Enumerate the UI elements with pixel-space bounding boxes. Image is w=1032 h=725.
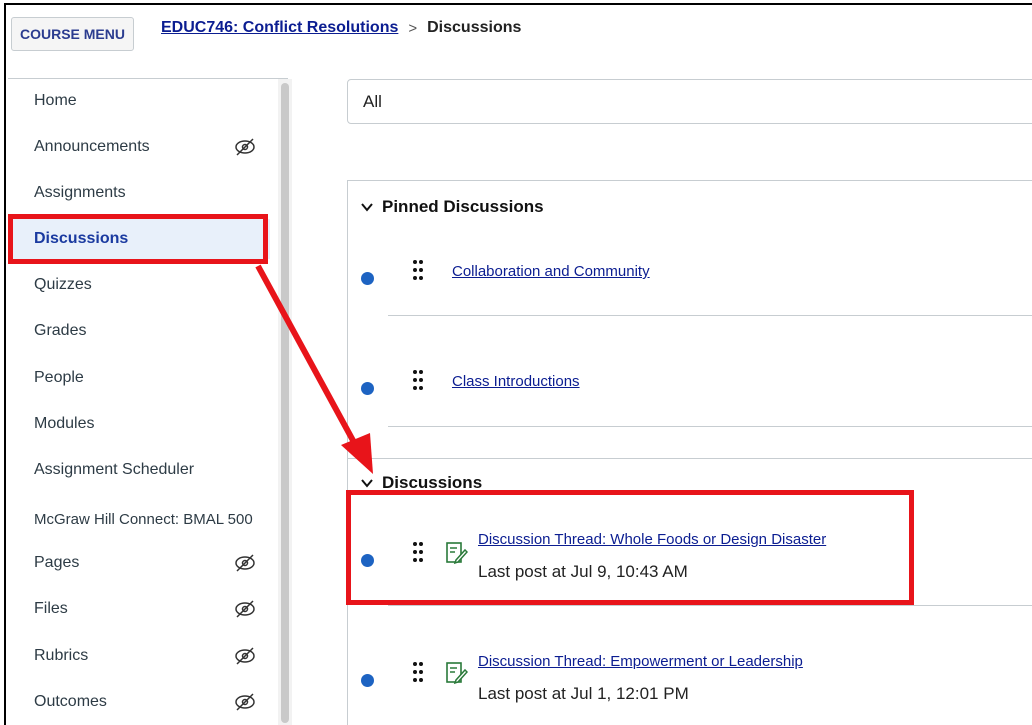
sidebar-item-outcomes[interactable]: Outcomes — [8, 682, 270, 722]
eye-slash-icon — [235, 554, 255, 572]
sidebar-item-label: Files — [34, 600, 68, 617]
course-menu-button[interactable]: COURSE MENU — [11, 17, 134, 51]
breadcrumb: EDUC746: Conflict Resolutions > Discussi… — [161, 19, 521, 37]
filter-value: All — [363, 91, 382, 111]
sidebar-item-label: Assignments — [34, 184, 126, 201]
discussions-panel: Pinned Discussions Collaboration and Com… — [347, 180, 1032, 725]
divider — [348, 458, 1032, 459]
sidebar-item-mcgraw-hill-connect[interactable]: McGraw Hill Connect: BMAL 500 — [8, 499, 270, 541]
sidebar-item-files[interactable]: Files — [8, 589, 270, 629]
breadcrumb-current: Discussions — [427, 19, 522, 36]
sidebar-item-label: McGraw Hill Connect: BMAL 500 — [34, 511, 253, 528]
annotation-highlight-discussions-nav — [8, 214, 268, 264]
divider — [388, 315, 1032, 316]
sidebar-item-label: Pages — [34, 554, 80, 571]
chevron-down-icon — [361, 203, 373, 212]
sidebar-item-label: Modules — [34, 415, 95, 432]
sidebar-item-modules[interactable]: Modules — [8, 404, 270, 444]
eye-slash-icon — [235, 138, 255, 156]
eye-slash-icon — [235, 600, 255, 618]
list-item: Class Introductions — [348, 351, 1032, 421]
sidebar-item-label: Announcements — [34, 138, 150, 155]
unread-dot-icon — [361, 674, 374, 687]
divider — [388, 605, 1032, 606]
annotation-highlight-discussion-thread — [346, 490, 914, 605]
sidebar-item-pages[interactable]: Pages — [8, 543, 270, 583]
breadcrumb-course-link[interactable]: EDUC746: Conflict Resolutions — [161, 19, 398, 37]
sidebar-item-quizzes[interactable]: Quizzes — [8, 265, 270, 305]
sidebar-item-label: Home — [34, 92, 77, 109]
drag-handle-icon[interactable] — [412, 259, 424, 283]
top-bar: COURSE MENU EDUC746: Conflict Resolution… — [6, 5, 1032, 61]
eye-slash-icon — [235, 693, 255, 711]
discussion-title-link[interactable]: Class Introductions — [452, 373, 580, 390]
sidebar-scrollbar[interactable] — [278, 79, 292, 725]
sidebar-item-label: Rubrics — [34, 647, 89, 664]
discussion-title-link[interactable]: Collaboration and Community — [452, 263, 650, 280]
course-nav-sidebar: Home Announcements Assignments Discussio… — [8, 78, 292, 725]
sidebar-item-assignments[interactable]: Assignments — [8, 173, 270, 213]
divider — [388, 426, 1032, 427]
sidebar-item-label: Grades — [34, 322, 87, 339]
sidebar-item-grades[interactable]: Grades — [8, 311, 270, 351]
sidebar-item-people[interactable]: People — [8, 358, 270, 398]
sidebar-scrollbar-thumb[interactable] — [281, 83, 289, 723]
sidebar-item-home[interactable]: Home — [8, 81, 270, 121]
sidebar-item-announcements[interactable]: Announcements — [8, 127, 270, 167]
discussion-title-link[interactable]: Discussion Thread: Empowerment or Leader… — [478, 653, 803, 670]
unread-dot-icon — [361, 382, 374, 395]
breadcrumb-separator: > — [408, 19, 418, 37]
sidebar-item-label: People — [34, 369, 84, 386]
drag-handle-icon[interactable] — [412, 661, 424, 685]
drag-handle-icon[interactable] — [412, 369, 424, 393]
discussion-graded-icon — [446, 662, 468, 685]
chevron-down-icon — [361, 479, 373, 488]
last-post-text: Last post at Jul 1, 12:01 PM — [478, 684, 689, 703]
list-item: Discussion Thread: Empowerment or Leader… — [348, 641, 1032, 721]
sidebar-item-label: Outcomes — [34, 693, 107, 710]
sidebar-item-assignment-scheduler[interactable]: Assignment Scheduler — [8, 450, 270, 490]
sidebar-item-label: Quizzes — [34, 276, 92, 293]
sidebar-item-rubrics[interactable]: Rubrics — [8, 636, 270, 676]
eye-slash-icon — [235, 647, 255, 665]
list-item: Collaboration and Community — [348, 241, 1032, 311]
pinned-discussions-header: Pinned Discussions — [382, 197, 544, 216]
discussion-filter-select[interactable]: All — [347, 79, 1032, 124]
sidebar-item-label: Assignment Scheduler — [34, 461, 195, 478]
pinned-discussions-toggle[interactable]: Pinned Discussions — [360, 197, 544, 217]
unread-dot-icon — [361, 272, 374, 285]
